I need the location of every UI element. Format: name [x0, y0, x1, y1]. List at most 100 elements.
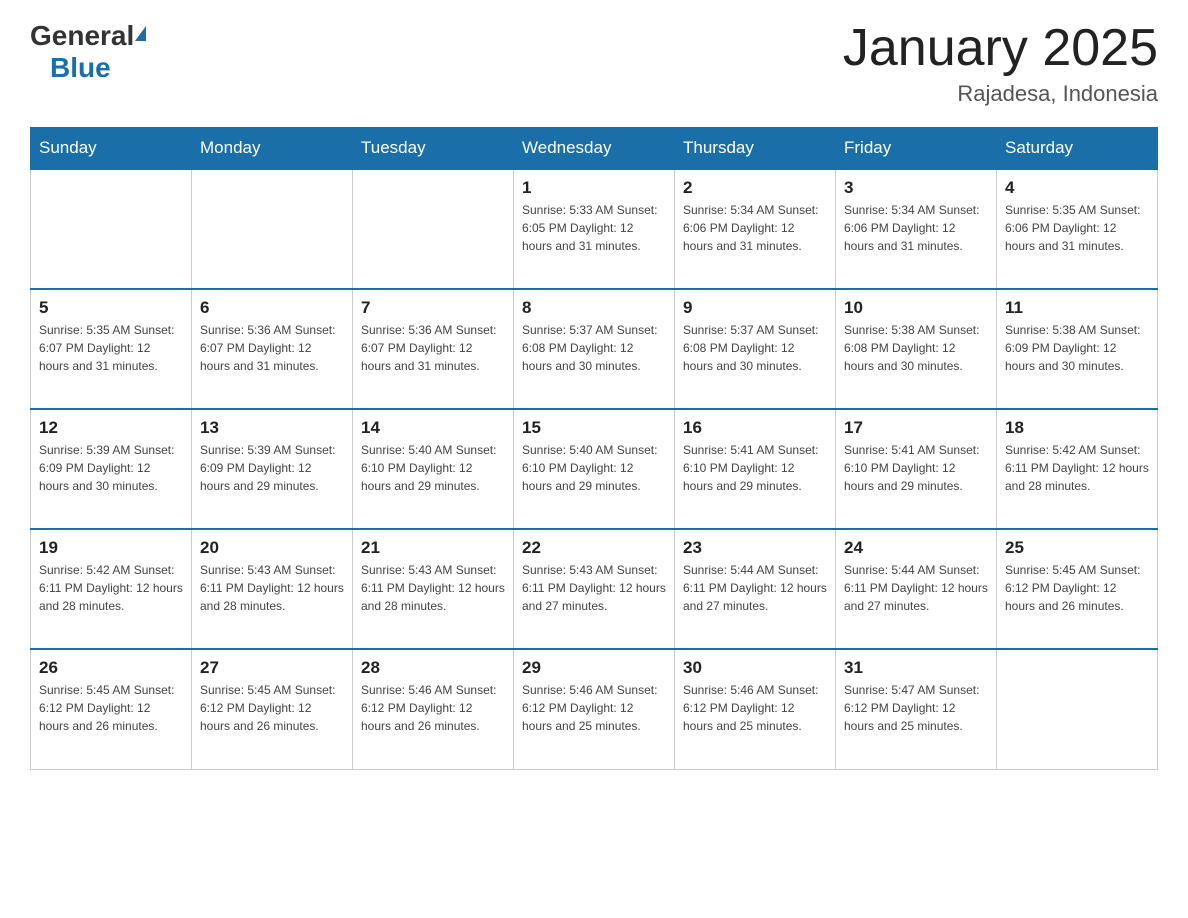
calendar-cell: 16 Sunrise: 5:41 AM Sunset: 6:10 PM Dayli…: [675, 409, 836, 529]
day-number: 1: [522, 178, 666, 198]
day-info: Sunrise: 5:44 AM Sunset: 6:11 PM Dayligh…: [683, 561, 827, 615]
weekday-header-row: SundayMondayTuesdayWednesdayThursdayFrid…: [31, 128, 1158, 170]
day-info: Sunrise: 5:41 AM Sunset: 6:10 PM Dayligh…: [683, 441, 827, 495]
calendar-cell: 31 Sunrise: 5:47 AM Sunset: 6:12 PM Dayli…: [836, 649, 997, 769]
day-number: 26: [39, 658, 183, 678]
calendar-week-row: 12 Sunrise: 5:39 AM Sunset: 6:09 PM Dayli…: [31, 409, 1158, 529]
calendar-cell: 27 Sunrise: 5:45 AM Sunset: 6:12 PM Dayli…: [192, 649, 353, 769]
calendar-week-row: 1Sunrise: 5:33 AM Sunset: 6:05 PM Daylig…: [31, 169, 1158, 289]
calendar-cell: 29 Sunrise: 5:46 AM Sunset: 6:12 PM Dayli…: [514, 649, 675, 769]
calendar-cell: [353, 169, 514, 289]
calendar-table: SundayMondayTuesdayWednesdayThursdayFrid…: [30, 127, 1158, 770]
calendar-cell: 11 Sunrise: 5:38 AM Sunset: 6:09 PM Dayli…: [997, 289, 1158, 409]
weekday-header-wednesday: Wednesday: [514, 128, 675, 170]
day-number: 29: [522, 658, 666, 678]
day-number: 12: [39, 418, 183, 438]
logo-general-text: General: [30, 20, 134, 52]
day-info: Sunrise: 5:38 AM Sunset: 6:09 PM Dayligh…: [1005, 321, 1149, 375]
calendar-cell: 18 Sunrise: 5:42 AM Sunset: 6:11 PM Dayli…: [997, 409, 1158, 529]
day-number: 11: [1005, 298, 1149, 318]
day-info: Sunrise: 5:45 AM Sunset: 6:12 PM Dayligh…: [1005, 561, 1149, 615]
weekday-header-sunday: Sunday: [31, 128, 192, 170]
weekday-header-thursday: Thursday: [675, 128, 836, 170]
calendar-cell: 21 Sunrise: 5:43 AM Sunset: 6:11 PM Dayli…: [353, 529, 514, 649]
day-info: Sunrise: 5:35 AM Sunset: 6:06 PM Dayligh…: [1005, 201, 1149, 255]
day-info: Sunrise: 5:42 AM Sunset: 6:11 PM Dayligh…: [1005, 441, 1149, 495]
calendar-cell: 17Sunrise: 5:41 AM Sunset: 6:10 PM Dayli…: [836, 409, 997, 529]
day-info: Sunrise: 5:43 AM Sunset: 6:11 PM Dayligh…: [361, 561, 505, 615]
calendar-cell: 10Sunrise: 5:38 AM Sunset: 6:08 PM Dayli…: [836, 289, 997, 409]
calendar-header: SundayMondayTuesdayWednesdayThursdayFrid…: [31, 128, 1158, 170]
weekday-header-saturday: Saturday: [997, 128, 1158, 170]
day-number: 3: [844, 178, 988, 198]
day-number: 13: [200, 418, 344, 438]
calendar-week-row: 5Sunrise: 5:35 AM Sunset: 6:07 PM Daylig…: [31, 289, 1158, 409]
day-info: Sunrise: 5:39 AM Sunset: 6:09 PM Dayligh…: [39, 441, 183, 495]
day-number: 18: [1005, 418, 1149, 438]
day-info: Sunrise: 5:46 AM Sunset: 6:12 PM Dayligh…: [683, 681, 827, 735]
day-number: 31: [844, 658, 988, 678]
calendar-subtitle: Rajadesa, Indonesia: [843, 81, 1158, 107]
logo-blue-text: Blue: [50, 52, 111, 83]
title-section: January 2025 Rajadesa, Indonesia: [843, 20, 1158, 107]
day-info: Sunrise: 5:40 AM Sunset: 6:10 PM Dayligh…: [522, 441, 666, 495]
day-number: 22: [522, 538, 666, 558]
calendar-cell: [192, 169, 353, 289]
day-info: Sunrise: 5:36 AM Sunset: 6:07 PM Dayligh…: [361, 321, 505, 375]
day-number: 21: [361, 538, 505, 558]
calendar-week-row: 19Sunrise: 5:42 AM Sunset: 6:11 PM Dayli…: [31, 529, 1158, 649]
calendar-cell: 20Sunrise: 5:43 AM Sunset: 6:11 PM Dayli…: [192, 529, 353, 649]
calendar-cell: 23Sunrise: 5:44 AM Sunset: 6:11 PM Dayli…: [675, 529, 836, 649]
day-info: Sunrise: 5:43 AM Sunset: 6:11 PM Dayligh…: [522, 561, 666, 615]
calendar-cell: 24Sunrise: 5:44 AM Sunset: 6:11 PM Dayli…: [836, 529, 997, 649]
day-number: 30: [683, 658, 827, 678]
day-info: Sunrise: 5:45 AM Sunset: 6:12 PM Dayligh…: [39, 681, 183, 735]
calendar-cell: 22 Sunrise: 5:43 AM Sunset: 6:11 PM Dayli…: [514, 529, 675, 649]
calendar-cell: [31, 169, 192, 289]
logo-arrow-icon: [135, 26, 146, 41]
day-number: 27: [200, 658, 344, 678]
day-number: 9: [683, 298, 827, 318]
weekday-header-monday: Monday: [192, 128, 353, 170]
day-number: 17: [844, 418, 988, 438]
day-info: Sunrise: 5:45 AM Sunset: 6:12 PM Dayligh…: [200, 681, 344, 735]
calendar-cell: 30 Sunrise: 5:46 AM Sunset: 6:12 PM Dayli…: [675, 649, 836, 769]
calendar-cell: 19Sunrise: 5:42 AM Sunset: 6:11 PM Dayli…: [31, 529, 192, 649]
day-number: 6: [200, 298, 344, 318]
calendar-title: January 2025: [843, 20, 1158, 77]
day-info: Sunrise: 5:46 AM Sunset: 6:12 PM Dayligh…: [522, 681, 666, 735]
calendar-cell: 28 Sunrise: 5:46 AM Sunset: 6:12 PM Dayli…: [353, 649, 514, 769]
day-info: Sunrise: 5:37 AM Sunset: 6:08 PM Dayligh…: [683, 321, 827, 375]
day-number: 2: [683, 178, 827, 198]
calendar-body: 1Sunrise: 5:33 AM Sunset: 6:05 PM Daylig…: [31, 169, 1158, 769]
day-info: Sunrise: 5:46 AM Sunset: 6:12 PM Dayligh…: [361, 681, 505, 735]
calendar-cell: 5Sunrise: 5:35 AM Sunset: 6:07 PM Daylig…: [31, 289, 192, 409]
calendar-cell: 1Sunrise: 5:33 AM Sunset: 6:05 PM Daylig…: [514, 169, 675, 289]
day-info: Sunrise: 5:47 AM Sunset: 6:12 PM Dayligh…: [844, 681, 988, 735]
calendar-cell: 2 Sunrise: 5:34 AM Sunset: 6:06 PM Daylig…: [675, 169, 836, 289]
calendar-cell: 13Sunrise: 5:39 AM Sunset: 6:09 PM Dayli…: [192, 409, 353, 529]
day-info: Sunrise: 5:34 AM Sunset: 6:06 PM Dayligh…: [683, 201, 827, 255]
day-number: 4: [1005, 178, 1149, 198]
day-info: Sunrise: 5:40 AM Sunset: 6:10 PM Dayligh…: [361, 441, 505, 495]
day-info: Sunrise: 5:37 AM Sunset: 6:08 PM Dayligh…: [522, 321, 666, 375]
day-number: 7: [361, 298, 505, 318]
day-number: 28: [361, 658, 505, 678]
day-info: Sunrise: 5:36 AM Sunset: 6:07 PM Dayligh…: [200, 321, 344, 375]
calendar-cell: 15 Sunrise: 5:40 AM Sunset: 6:10 PM Dayli…: [514, 409, 675, 529]
day-number: 10: [844, 298, 988, 318]
day-number: 15: [522, 418, 666, 438]
calendar-cell: 25 Sunrise: 5:45 AM Sunset: 6:12 PM Dayli…: [997, 529, 1158, 649]
day-number: 8: [522, 298, 666, 318]
calendar-cell: 9 Sunrise: 5:37 AM Sunset: 6:08 PM Daylig…: [675, 289, 836, 409]
calendar-cell: 6 Sunrise: 5:36 AM Sunset: 6:07 PM Daylig…: [192, 289, 353, 409]
weekday-header-tuesday: Tuesday: [353, 128, 514, 170]
day-number: 25: [1005, 538, 1149, 558]
day-number: 19: [39, 538, 183, 558]
day-number: 16: [683, 418, 827, 438]
calendar-week-row: 26 Sunrise: 5:45 AM Sunset: 6:12 PM Dayli…: [31, 649, 1158, 769]
calendar-cell: [997, 649, 1158, 769]
calendar-cell: 4 Sunrise: 5:35 AM Sunset: 6:06 PM Daylig…: [997, 169, 1158, 289]
day-info: Sunrise: 5:44 AM Sunset: 6:11 PM Dayligh…: [844, 561, 988, 615]
day-number: 20: [200, 538, 344, 558]
